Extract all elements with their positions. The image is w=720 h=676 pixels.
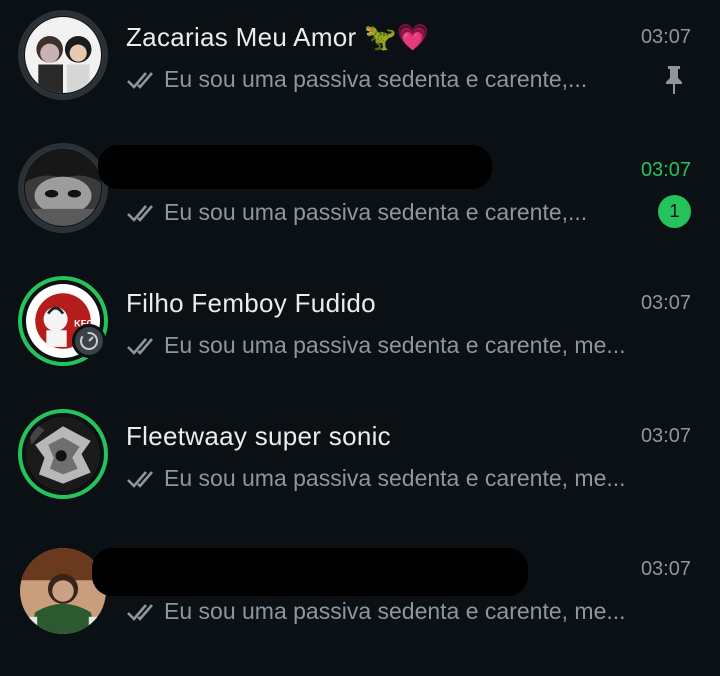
chat-time: 03:07	[640, 26, 691, 48]
couple-photo-icon	[25, 17, 101, 93]
chat-name: Filho Femboy Fudido	[126, 288, 376, 318]
chat-row-zacarias[interactable]: Zacarias Meu Amor 🦖💗 03:07 Eu sou uma pa…	[0, 0, 720, 120]
chat-name: Zacarias Meu Amor 🦖💗	[126, 22, 430, 52]
chat-row-filho-femboy[interactable]: KFC Filho Femboy Fudido 03:07 Eu sou uma…	[0, 266, 720, 386]
avatar-ring[interactable]	[18, 10, 108, 100]
avatar-ring[interactable]	[18, 409, 108, 499]
chat-time: 03:07	[640, 425, 691, 447]
chat-name: Fleetwaay super sonic	[126, 421, 391, 451]
chat-preview: Eu sou uma passiva sedenta e carente, me…	[126, 332, 626, 359]
chat-time: 03:07	[640, 558, 691, 580]
double-check-icon	[127, 603, 153, 621]
avatar-ring[interactable]	[18, 143, 108, 233]
redaction-mark	[92, 548, 528, 596]
chat-preview: Eu sou uma passiva sedenta e carente, me…	[126, 465, 626, 492]
chat-row-redacted-2[interactable]: 03:07 Eu sou uma passiva sedenta e caren…	[0, 532, 720, 652]
chat-row-fleetwaay[interactable]: Fleetwaay super sonic 03:07 Eu sou uma p…	[0, 399, 720, 519]
double-check-icon	[127, 71, 153, 89]
double-check-icon	[127, 337, 153, 355]
double-check-icon	[127, 470, 153, 488]
chat-time: 03:07	[640, 292, 691, 314]
timer-icon	[80, 332, 98, 350]
chat-row-redacted-1[interactable]: 03:07 Eu sou uma passiva sedenta e caren…	[0, 133, 720, 253]
status-timer-icon	[72, 324, 106, 358]
chat-preview-text: Eu sou uma passiva sedenta e carente, me…	[164, 598, 626, 624]
avatar[interactable]	[25, 17, 101, 93]
chat-preview-text: Eu sou uma passiva sedenta e carente, me…	[164, 332, 626, 358]
redaction-mark	[98, 145, 492, 189]
chat-list: Zacarias Meu Amor 🦖💗 03:07 Eu sou uma pa…	[0, 0, 720, 676]
monochrome-photo-icon	[25, 150, 101, 226]
chat-preview-text: Eu sou uma passiva sedenta e carente, me…	[164, 465, 626, 491]
chat-preview: Eu sou uma passiva sedenta e carente,...	[126, 66, 587, 93]
chat-preview-text: Eu sou uma passiva sedenta e carente,...	[164, 199, 588, 225]
chat-preview: Eu sou uma passiva sedenta e carente, me…	[126, 598, 626, 625]
avatar-ring[interactable]: KFC	[18, 276, 108, 366]
double-check-icon	[127, 204, 153, 222]
silver-sonic-photo-icon	[26, 417, 100, 491]
avatar[interactable]	[26, 417, 100, 491]
avatar[interactable]	[25, 150, 101, 226]
unread-badge: 1	[658, 195, 691, 228]
chat-preview: Eu sou uma passiva sedenta e carente,...	[126, 199, 587, 226]
chat-time: 03:07	[640, 159, 691, 181]
chat-preview-text: Eu sou uma passiva sedenta e carente,...	[164, 66, 588, 92]
pin-icon	[666, 66, 682, 94]
